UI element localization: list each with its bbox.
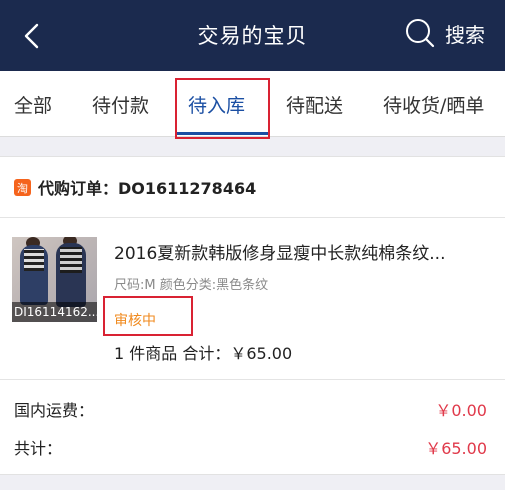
order-summary: 1 件商品 合计：￥65.00 [114, 344, 293, 363]
total-label: 共计： [14, 439, 63, 458]
domestic-shipping-row: 国内运费： ￥0.00 [0, 397, 505, 427]
product-thumbnail[interactable]: DI16114162... [12, 237, 97, 322]
annotation-box-status [103, 296, 193, 336]
search-label: 搜索 [445, 22, 485, 47]
tab-pending-payment[interactable]: 待付款 [92, 91, 149, 118]
annotation-box-tab [175, 78, 270, 139]
order-card: 淘 代购订单：DO1611278464 DI16114162... 2016夏新… [0, 156, 505, 475]
tab-pending-delivery[interactable]: 待配送 [286, 91, 343, 118]
divider [0, 379, 505, 380]
product-title[interactable]: 2016夏新款韩版修身显瘦中长款纯棉条纹... [114, 239, 445, 264]
total-value: ￥65.00 [425, 439, 487, 458]
order-header: 淘 代购订单：DO1611278464 [0, 157, 505, 218]
search-icon [406, 19, 435, 48]
search-button[interactable]: 搜索 [405, 18, 485, 48]
total-row: 共计： ￥65.00 [0, 435, 505, 465]
thumbnail-caption: DI16114162... [12, 302, 97, 322]
taobao-icon: 淘 [14, 179, 31, 196]
domestic-shipping-label: 国内运费： [14, 401, 95, 420]
product-spec: 尺码:M 颜色分类:黑色条纹 [114, 278, 269, 293]
order-number: 代购订单：DO1611278464 [38, 179, 257, 198]
top-bar: 交易的宝贝 搜索 [0, 0, 505, 71]
domestic-shipping-value: ￥0.00 [435, 401, 487, 420]
tab-all[interactable]: 全部 [14, 91, 52, 118]
tab-pending-receipt[interactable]: 待收货/晒单 [383, 91, 484, 118]
